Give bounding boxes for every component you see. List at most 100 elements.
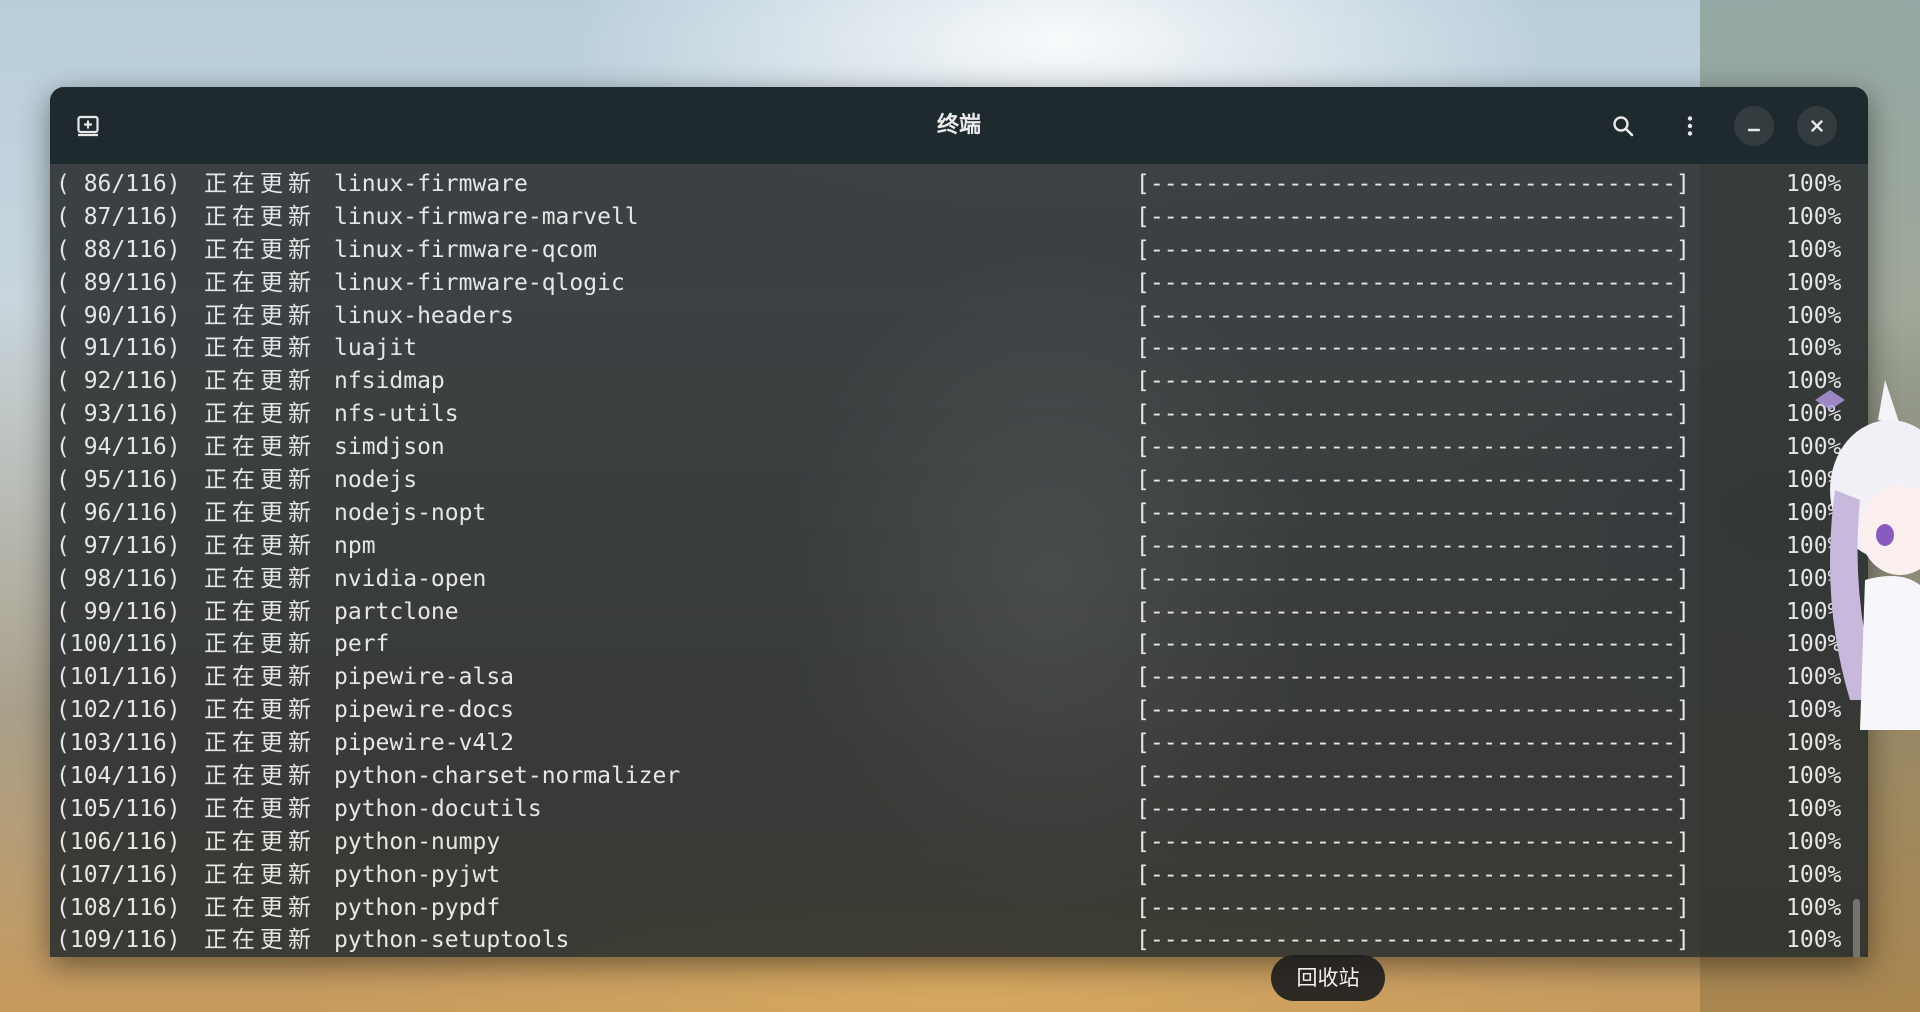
terminal-line: (106/116) 正在更新 python-numpy [--------------…: [56, 826, 1841, 859]
line-percent: 100%: [1786, 302, 1842, 329]
line-package-name: nodejs: [334, 467, 418, 494]
line-counter: ( 89/116): [56, 269, 181, 296]
line-counter: (102/116): [56, 697, 181, 724]
line-progress-bar: [--------------------------------------]: [1136, 302, 1690, 329]
line-package-name: simdjson: [334, 434, 445, 461]
search-button[interactable]: [1603, 106, 1643, 146]
line-package-name: python-docutils: [334, 795, 542, 822]
terminal-line: (108/116) 正在更新 python-pypdf [--------------…: [56, 892, 1841, 925]
line-percent: 100%: [1786, 763, 1842, 790]
line-action: 正在更新: [204, 335, 316, 362]
window-title: 终端: [936, 113, 981, 138]
line-action: 正在更新: [204, 664, 316, 691]
line-progress-bar: [--------------------------------------]: [1136, 795, 1690, 822]
terminal-line: ( 93/116) 正在更新 nfs-utils [-----------------…: [56, 398, 1841, 431]
line-action: 正在更新: [204, 236, 316, 263]
line-counter: (103/116): [56, 730, 181, 757]
close-button[interactable]: [1797, 106, 1837, 146]
line-action: 正在更新: [204, 368, 316, 395]
line-action: 正在更新: [204, 763, 316, 790]
terminal-line: (100/116) 正在更新 perf [----------------------…: [56, 628, 1841, 661]
line-percent: 100%: [1786, 335, 1842, 362]
line-counter: ( 91/116): [56, 335, 181, 362]
dock-tooltip-trash: 回收站: [1271, 955, 1385, 1001]
terminal-window[interactable]: 终端 (86/116) 正在更新 linux-firmware [------…: [50, 87, 1868, 957]
line-package-name: pipewire-alsa: [334, 664, 515, 691]
line-package-name: linux-firmware-marvell: [334, 203, 639, 230]
line-percent: 100%: [1786, 894, 1842, 921]
line-package-name: nfs-utils: [334, 401, 459, 428]
terminal-line: ( 91/116) 正在更新 luajit [--------------------…: [56, 332, 1841, 365]
terminal-line: ( 97/116) 正在更新 npm [-----------------------…: [56, 530, 1841, 563]
terminal-line: (104/116) 正在更新 python-charset-normalizer [-…: [56, 760, 1841, 793]
line-progress-bar: [--------------------------------------]: [1136, 171, 1690, 197]
line-action: 正在更新: [204, 927, 316, 954]
line-package-name: pipewire-docs: [334, 697, 515, 724]
terminal-line: ( 98/116) 正在更新 nvidia-open [---------------…: [56, 563, 1841, 596]
minimize-icon: [1747, 128, 1761, 132]
terminal-line: (101/116) 正在更新 pipewire-alsa [-------------…: [56, 661, 1841, 694]
line-progress-bar: [--------------------------------------]: [1136, 203, 1690, 230]
kebab-menu-icon: [1687, 116, 1693, 136]
line-counter: ( 95/116): [56, 467, 181, 494]
new-tab-button[interactable]: [68, 106, 108, 146]
search-icon: [1613, 116, 1634, 137]
line-percent: 100%: [1786, 203, 1842, 230]
line-action: 正在更新: [204, 171, 316, 197]
line-action: 正在更新: [204, 730, 316, 757]
line-progress-bar: [--------------------------------------]: [1136, 236, 1690, 263]
line-action: 正在更新: [204, 697, 316, 724]
header-bar[interactable]: 终端: [50, 87, 1868, 164]
line-progress-bar: [--------------------------------------]: [1136, 499, 1690, 526]
line-counter: ( 94/116): [56, 434, 181, 461]
line-action: 正在更新: [204, 269, 316, 296]
line-counter: ( 90/116): [56, 302, 181, 329]
line-package-name: python-setuptools: [334, 927, 570, 954]
terminal-line: (105/116) 正在更新 python-docutils [-----------…: [56, 793, 1841, 826]
terminal-line: ( 96/116) 正在更新 nodejs-nopt [---------------…: [56, 497, 1841, 530]
line-action: 正在更新: [204, 861, 316, 888]
terminal-output: ( 86/116) 正在更新 linux-firmware [------------…: [56, 168, 1841, 957]
terminal-line: ( 95/116) 正在更新 nodejs [--------------------…: [56, 464, 1841, 497]
terminal-line: (107/116) 正在更新 python-pyjwt [--------------…: [56, 859, 1841, 892]
line-action: 正在更新: [204, 434, 316, 461]
line-progress-bar: [--------------------------------------]: [1136, 763, 1690, 790]
line-counter: ( 88/116): [56, 236, 181, 263]
terminal-line: ( 92/116) 正在更新 nfsidmap [------------------…: [56, 365, 1841, 398]
line-action: 正在更新: [204, 499, 316, 526]
line-package-name: luajit: [334, 335, 418, 362]
line-package-name: npm: [334, 532, 376, 559]
terminal-output-area[interactable]: ( 86/116) 正在更新 linux-firmware [------------…: [50, 164, 1868, 957]
line-package-name: nvidia-open: [334, 565, 487, 592]
line-counter: (106/116): [56, 828, 181, 855]
line-action: 正在更新: [204, 795, 316, 822]
close-icon: [1811, 120, 1823, 132]
minimize-button[interactable]: [1734, 106, 1774, 146]
line-action: 正在更新: [204, 828, 316, 855]
line-package-name: linux-firmware-qcom: [334, 236, 598, 263]
line-package-name: perf: [334, 631, 390, 658]
terminal-line: ( 89/116) 正在更新 linux-firmware-qlogic [-----…: [56, 267, 1841, 300]
line-package-name: partclone: [334, 598, 459, 625]
line-package-name: python-charset-normalizer: [334, 763, 681, 790]
line-percent: 100%: [1786, 927, 1842, 954]
main-menu-button[interactable]: [1670, 106, 1710, 146]
terminal-line: ( 87/116) 正在更新 linux-firmware-marvell [----…: [56, 201, 1841, 234]
line-counter: ( 87/116): [56, 203, 181, 230]
line-action: 正在更新: [204, 532, 316, 559]
terminal-line: ( 88/116) 正在更新 linux-firmware-qcom [-------…: [56, 234, 1841, 267]
line-counter: ( 93/116): [56, 401, 181, 428]
line-counter: ( 86/116): [56, 171, 181, 197]
desktop-wallpaper: 终端 (86/116) 正在更新 linux-firmware [------…: [0, 0, 1920, 1012]
desktop-pet-character[interactable]: [1790, 370, 1920, 740]
line-counter: ( 99/116): [56, 598, 181, 625]
line-action: 正在更新: [204, 302, 316, 329]
line-percent: 100%: [1786, 171, 1842, 197]
line-counter: (105/116): [56, 795, 181, 822]
line-package-name: pipewire-v4l2: [334, 730, 515, 757]
scrollbar-thumb[interactable]: [1853, 899, 1860, 957]
line-percent: 100%: [1786, 861, 1842, 888]
line-counter: (100/116): [56, 631, 181, 658]
terminal-line: (103/116) 正在更新 pipewire-v4l2 [-------------…: [56, 727, 1841, 760]
line-package-name: linux-firmware: [334, 171, 528, 197]
